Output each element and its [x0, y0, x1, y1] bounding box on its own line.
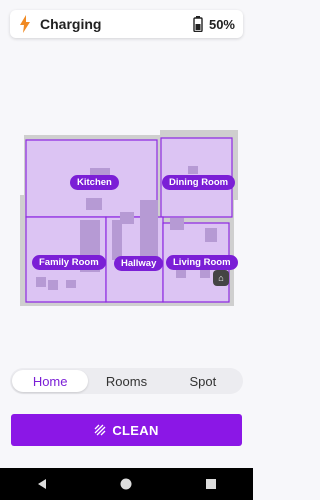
room-label-family[interactable]: Family Room	[32, 255, 106, 270]
home-icon[interactable]	[120, 478, 132, 490]
tab-rooms[interactable]: Rooms	[88, 370, 164, 392]
lightning-icon	[20, 15, 30, 33]
clean-label: CLEAN	[112, 422, 159, 438]
charging-status: Charging	[40, 16, 102, 32]
battery-icon	[193, 16, 203, 32]
mode-tabs: Home Rooms Spot	[10, 368, 243, 394]
room-label-kitchen[interactable]: Kitchen	[70, 175, 119, 190]
dock-icon: ⌂	[213, 270, 229, 286]
map-canvas	[20, 130, 238, 306]
tab-home[interactable]: Home	[12, 370, 89, 392]
system-nav-bar	[0, 468, 253, 500]
battery-percent: 50%	[208, 16, 235, 32]
clean-button[interactable]: CLEAN	[11, 414, 242, 446]
recents-icon[interactable]	[205, 478, 217, 490]
room-label-dining[interactable]: Dining Room	[162, 175, 236, 190]
floor-map: Kitchen Dining Room Family Room Hallway …	[0, 120, 253, 320]
status-card: Charging 50%	[10, 10, 243, 38]
tab-spot[interactable]: Spot	[165, 370, 241, 392]
room-label-hallway[interactable]: Hallway	[114, 256, 164, 271]
back-icon[interactable]	[36, 478, 48, 490]
room-label-living[interactable]: Living Room	[166, 255, 238, 270]
clean-icon	[94, 424, 106, 436]
